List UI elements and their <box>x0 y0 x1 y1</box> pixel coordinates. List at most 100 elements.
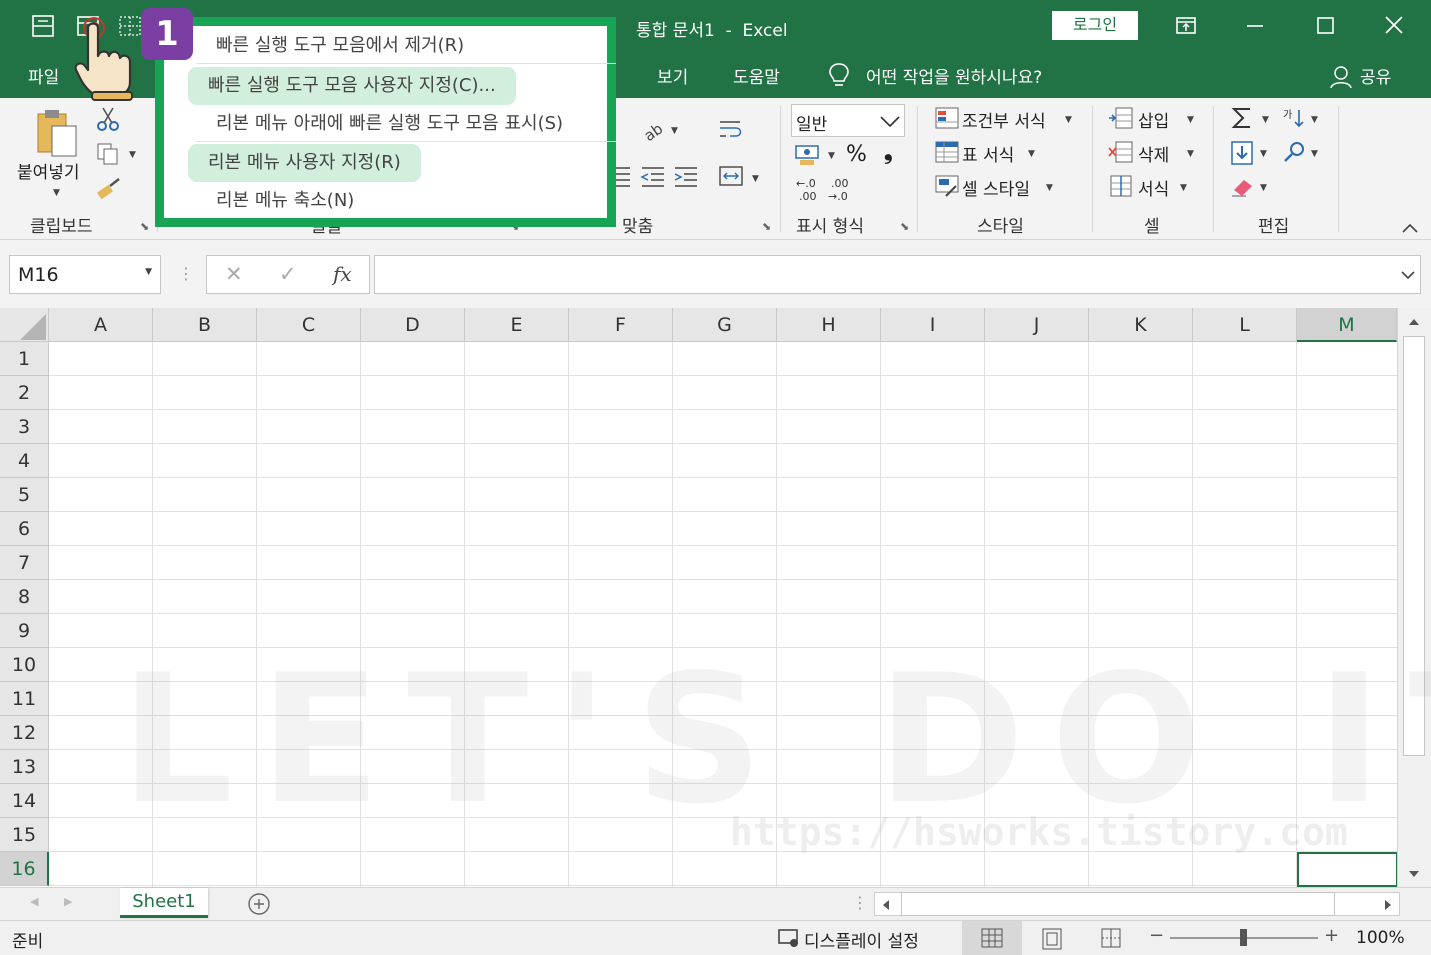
splitter-icon[interactable]: ⋮ <box>852 893 868 912</box>
chevron-down-icon[interactable]: ▼ <box>129 150 136 160</box>
wrap-text-icon[interactable] <box>718 116 744 146</box>
chevron-down-icon[interactable]: ▼ <box>1187 149 1194 159</box>
page-layout-view-icon[interactable] <box>1041 928 1063 950</box>
column-header-e[interactable]: E <box>465 308 569 342</box>
zoom-slider-thumb[interactable] <box>1240 929 1247 946</box>
chevron-down-icon[interactable]: ▼ <box>53 188 60 198</box>
copy-icon[interactable] <box>96 142 120 170</box>
decrease-decimal-icon[interactable]: .00 →.0 <box>826 176 854 206</box>
menu-item-customize-ribbon[interactable]: 리본 메뉴 사용자 지정(R) <box>188 144 421 182</box>
fill-icon[interactable] <box>1230 140 1254 170</box>
row-header-9[interactable]: 9 <box>0 614 49 648</box>
comma-style-button[interactable]: ❟ <box>884 140 893 165</box>
merge-center-icon[interactable] <box>718 164 744 192</box>
column-header-m[interactable]: M <box>1297 308 1397 342</box>
chevron-down-icon[interactable]: ▼ <box>1028 149 1035 159</box>
chevron-down-icon[interactable]: ▼ <box>1046 183 1053 193</box>
row-header-8[interactable]: 8 <box>0 580 49 614</box>
column-header-a[interactable]: A <box>49 308 153 342</box>
zoom-in-icon[interactable]: + <box>1324 925 1339 946</box>
increase-decimal-icon[interactable]: ←.0.00 <box>794 176 822 206</box>
column-header-h[interactable]: H <box>777 308 881 342</box>
tab-file[interactable]: 파일 <box>28 63 59 88</box>
splitter-icon[interactable]: ⋮ <box>178 264 194 283</box>
row-header-5[interactable]: 5 <box>0 478 49 512</box>
chevron-down-icon[interactable]: ▼ <box>1262 115 1269 125</box>
cut-icon[interactable] <box>96 106 120 136</box>
scroll-up-icon[interactable] <box>1407 315 1421 327</box>
column-header-g[interactable]: G <box>673 308 777 342</box>
row-header-3[interactable]: 3 <box>0 410 49 444</box>
name-box[interactable]: M16 ▼ <box>9 255 161 294</box>
column-header-l[interactable]: L <box>1193 308 1297 342</box>
collapse-ribbon-icon[interactable] <box>1400 220 1420 239</box>
row-header-14[interactable]: 14 <box>0 784 49 818</box>
row-header-15[interactable]: 15 <box>0 818 49 852</box>
cancel-icon[interactable]: ✕ <box>225 262 243 286</box>
user-icon[interactable] <box>1330 65 1352 93</box>
scroll-down-icon[interactable] <box>1407 869 1421 881</box>
row-header-4[interactable]: 4 <box>0 444 49 478</box>
column-header-k[interactable]: K <box>1089 308 1193 342</box>
chevron-down-icon[interactable]: ▼ <box>1180 183 1187 193</box>
horizontal-scrollbar[interactable] <box>874 892 1400 916</box>
column-header-f[interactable]: F <box>569 308 673 342</box>
insert-button[interactable]: 삽입 <box>1138 107 1169 132</box>
login-button[interactable]: 로그인 <box>1052 11 1138 40</box>
find-select-icon[interactable] <box>1283 140 1307 168</box>
decrease-indent-icon[interactable] <box>640 164 666 192</box>
format-button[interactable]: 서식 <box>1138 175 1169 200</box>
format-as-table-button[interactable]: 표 서식 <box>962 141 1014 166</box>
zoom-out-icon[interactable]: − <box>1149 925 1164 946</box>
close-icon[interactable] <box>1371 10 1417 42</box>
chevron-down-icon[interactable]: ▼ <box>828 151 835 161</box>
column-header-j[interactable]: J <box>985 308 1089 342</box>
page-break-view-icon[interactable] <box>1100 928 1122 950</box>
save-icon[interactable] <box>31 14 55 38</box>
new-sheet-icon[interactable] <box>247 892 271 916</box>
conditional-formatting-button[interactable]: 조건부 서식 <box>962 107 1046 132</box>
scroll-left-icon[interactable] <box>879 898 891 912</box>
row-header-16[interactable]: 16 <box>0 852 49 886</box>
menu-item-show-qat-below-ribbon[interactable]: 리본 메뉴 아래에 빠른 실행 도구 모음 표시(S) <box>196 105 583 143</box>
chevron-down-icon[interactable]: ▼ <box>1065 115 1072 125</box>
sheet-tab-sheet1[interactable]: Sheet1 <box>120 888 208 918</box>
maximize-icon[interactable] <box>1302 10 1348 42</box>
menu-item-customize-qat[interactable]: 빠른 실행 도구 모음 사용자 지정(C)... <box>188 67 516 105</box>
dialog-launcher-icon[interactable]: ⬊ <box>762 220 771 233</box>
chevron-down-icon[interactable]: ▼ <box>145 267 152 277</box>
scroll-right-icon[interactable] <box>1383 898 1395 912</box>
column-header-c[interactable]: C <box>257 308 361 342</box>
clear-icon[interactable] <box>1230 174 1256 202</box>
increase-indent-icon[interactable] <box>673 164 699 192</box>
scroll-thumb[interactable] <box>901 892 1335 916</box>
share-button[interactable]: 공유 <box>1360 63 1391 88</box>
row-header-12[interactable]: 12 <box>0 716 49 750</box>
ribbon-display-options-icon[interactable] <box>1163 10 1209 42</box>
minimize-icon[interactable] <box>1232 10 1278 42</box>
number-format-select[interactable]: 일반 <box>791 104 905 137</box>
chevron-down-icon[interactable]: ▼ <box>1187 115 1194 125</box>
column-header-b[interactable]: B <box>153 308 257 342</box>
selected-cell[interactable] <box>1297 852 1398 887</box>
tell-me-search[interactable]: 어떤 작업을 원하시나요? <box>866 63 1042 88</box>
normal-view-button[interactable] <box>962 921 1022 955</box>
autosum-icon[interactable] <box>1230 104 1254 136</box>
tab-view[interactable]: 보기 <box>657 63 688 88</box>
tab-scroll-left-icon[interactable]: ◀ <box>30 895 38 908</box>
chevron-down-icon[interactable]: ▼ <box>1260 149 1267 159</box>
delete-button[interactable]: 삭제 <box>1138 141 1169 166</box>
row-header-11[interactable]: 11 <box>0 682 49 716</box>
tab-help[interactable]: 도움말 <box>733 63 780 88</box>
row-header-6[interactable]: 6 <box>0 512 49 546</box>
tab-scroll-right-icon[interactable]: ▶ <box>64 895 72 908</box>
insert-function-icon[interactable]: fx <box>333 262 352 286</box>
display-settings-button[interactable]: 디스플레이 설정 <box>804 927 919 952</box>
zoom-level[interactable]: 100% <box>1356 928 1405 948</box>
display-settings-icon[interactable] <box>777 927 801 949</box>
percent-style-button[interactable]: % <box>846 142 867 167</box>
row-header-7[interactable]: 7 <box>0 546 49 580</box>
chevron-down-icon[interactable]: ▼ <box>1311 149 1318 159</box>
dialog-launcher-icon[interactable]: ⬊ <box>900 220 909 233</box>
chevron-down-icon[interactable]: ▼ <box>1311 115 1318 125</box>
